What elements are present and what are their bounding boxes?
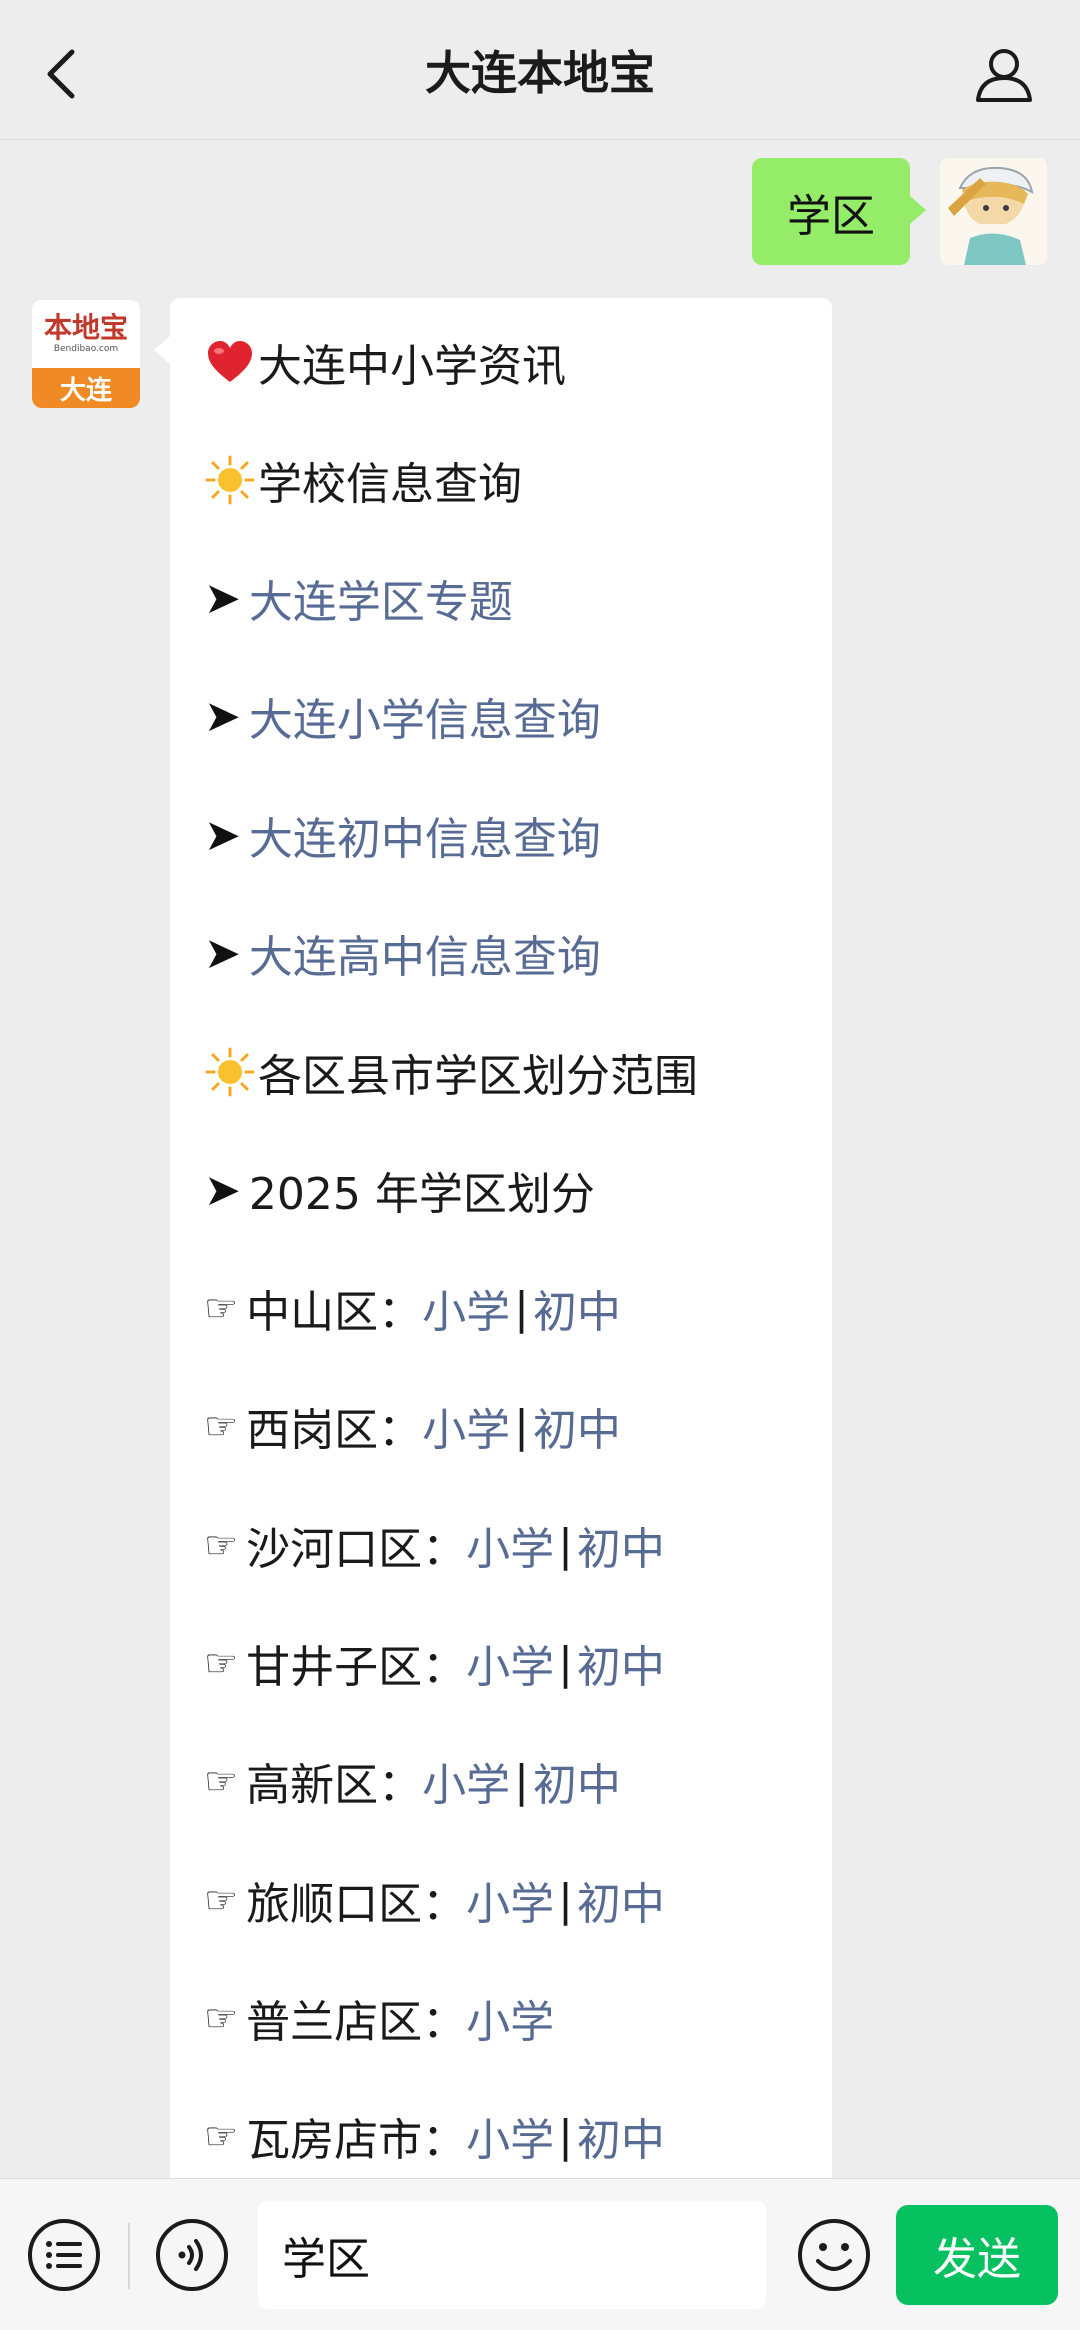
district-label: 西岗区： bbox=[246, 1405, 423, 1456]
link-school-district-topic[interactable]: 大连学区专题 bbox=[249, 566, 513, 630]
pointing-hand-icon: ☞ bbox=[204, 1996, 239, 2040]
district-row: ☞ 普兰店区： 小学 bbox=[204, 1988, 554, 2048]
primary-school-link[interactable]: 小学 bbox=[422, 1749, 510, 1813]
year-district-heading: 2025 年学区划分 bbox=[248, 1169, 595, 1220]
district-row: ☞ 瓦房店市： 小学 | 初中 bbox=[204, 2104, 665, 2168]
junior-high-link[interactable]: 初中 bbox=[533, 1749, 621, 1813]
list-item: ➤ 2025 年学区划分 bbox=[204, 1160, 595, 1221]
arrow-icon: ➤ bbox=[204, 809, 241, 861]
user-avatar-illustration bbox=[940, 158, 1047, 265]
list-item[interactable]: ➤ 大连学区专题 bbox=[204, 566, 513, 630]
separator: | bbox=[514, 1282, 529, 1334]
bot-message-bubble: 大连中小学资讯 学校信息查询 ➤ 大连学区专题 ➤ 大连小学信息查询 ➤ 大连初… bbox=[154, 298, 832, 2198]
pointing-hand-icon: ☞ bbox=[204, 1286, 239, 1330]
sun-icon bbox=[205, 455, 255, 505]
section-heading: 各区县市学区划分范围 bbox=[258, 1051, 698, 1102]
pointing-hand-icon: ☞ bbox=[204, 1523, 239, 1567]
link-senior-high-query[interactable]: 大连高中信息查询 bbox=[249, 921, 601, 985]
junior-high-link[interactable]: 初中 bbox=[577, 1513, 665, 1577]
primary-school-link[interactable]: 小学 bbox=[466, 1868, 554, 1932]
district-label: 高新区： bbox=[246, 1760, 423, 1811]
user-message-text: 学区 bbox=[787, 190, 875, 242]
arrow-icon: ➤ bbox=[204, 1164, 241, 1216]
bendibao-logo: 本地宝 Bendibao.com bbox=[32, 300, 140, 368]
logo-text: 本地宝 bbox=[43, 311, 128, 344]
primary-school-link[interactable]: 小学 bbox=[422, 1394, 510, 1458]
district-label: 甘井子区： bbox=[246, 1642, 467, 1693]
district-label: 旅顺口区： bbox=[246, 1879, 467, 1930]
section-heading: 大连中小学资讯 bbox=[258, 341, 566, 392]
junior-high-link[interactable]: 初中 bbox=[577, 2104, 665, 2168]
district-row: ☞ 甘井子区： 小学 | 初中 bbox=[204, 1631, 665, 1695]
separator: | bbox=[514, 1400, 529, 1452]
list-item[interactable]: ➤ 大连小学信息查询 bbox=[204, 684, 601, 748]
voice-icon[interactable] bbox=[154, 2217, 230, 2293]
title-bar: 大连本地宝 bbox=[0, 0, 1080, 140]
list-item: 学校信息查询 bbox=[204, 450, 522, 510]
separator: | bbox=[514, 1755, 529, 1807]
district-label: 中山区： bbox=[246, 1287, 423, 1338]
separator: | bbox=[558, 1519, 573, 1571]
list-item[interactable]: ➤ 大连初中信息查询 bbox=[204, 803, 601, 867]
separator: | bbox=[558, 1637, 573, 1689]
district-row: ☞ 西岗区： 小学 | 初中 bbox=[204, 1394, 621, 1458]
chat-input-bar: 发送 bbox=[0, 2178, 1080, 2330]
arrow-icon: ➤ bbox=[204, 927, 241, 979]
district-row: ☞ 沙河口区： 小学 | 初中 bbox=[204, 1513, 665, 1577]
list-item: 大连中小学资讯 bbox=[204, 332, 566, 392]
sun-icon bbox=[205, 1047, 255, 1097]
arrow-icon: ➤ bbox=[204, 572, 241, 624]
pointing-hand-icon: ☞ bbox=[204, 1759, 239, 1803]
pointing-hand-icon: ☞ bbox=[204, 1641, 239, 1685]
pointing-hand-icon: ☞ bbox=[204, 1878, 239, 1922]
separator: | bbox=[558, 2110, 573, 2162]
page-title: 大连本地宝 bbox=[425, 46, 655, 100]
logo-subtext: Bendibao.com bbox=[53, 344, 119, 354]
user-message-bubble[interactable]: 学区 bbox=[752, 158, 926, 265]
pointing-hand-icon: ☞ bbox=[204, 1404, 239, 1448]
list-item: 各区县市学区划分范围 bbox=[204, 1042, 698, 1102]
primary-school-link[interactable]: 小学 bbox=[422, 1276, 510, 1340]
district-row: ☞ 中山区： 小学 | 初中 bbox=[204, 1276, 621, 1340]
district-label: 沙河口区： bbox=[246, 1524, 467, 1575]
separator: | bbox=[558, 1874, 573, 1926]
emoji-icon[interactable] bbox=[796, 2217, 872, 2293]
menu-list-icon[interactable] bbox=[26, 2217, 102, 2293]
link-primary-school-query[interactable]: 大连小学信息查询 bbox=[249, 684, 601, 748]
district-label: 瓦房店市： bbox=[246, 2115, 467, 2166]
user-profile-icon[interactable] bbox=[974, 44, 1034, 104]
primary-school-link[interactable]: 小学 bbox=[466, 1631, 554, 1695]
primary-school-link[interactable]: 小学 bbox=[466, 2104, 554, 2168]
link-junior-high-query[interactable]: 大连初中信息查询 bbox=[249, 803, 601, 867]
junior-high-link[interactable]: 初中 bbox=[533, 1394, 621, 1458]
bot-avatar[interactable]: 本地宝 Bendibao.com 大连 bbox=[32, 300, 140, 408]
district-row: ☞ 旅顺口区： 小学 | 初中 bbox=[204, 1868, 665, 1932]
message-input[interactable] bbox=[258, 2201, 766, 2309]
arrow-icon: ➤ bbox=[204, 690, 241, 742]
user-avatar[interactable] bbox=[940, 158, 1047, 265]
list-item[interactable]: ➤ 大连高中信息查询 bbox=[204, 921, 601, 985]
pointing-hand-icon: ☞ bbox=[204, 2114, 239, 2158]
junior-high-link[interactable]: 初中 bbox=[577, 1868, 665, 1932]
junior-high-link[interactable]: 初中 bbox=[533, 1276, 621, 1340]
avatar-city-label: 大连 bbox=[32, 368, 140, 408]
junior-high-link[interactable]: 初中 bbox=[577, 1631, 665, 1695]
district-label: 普兰店区： bbox=[246, 1997, 467, 2048]
red-heart-icon bbox=[208, 341, 252, 382]
divider bbox=[128, 2223, 130, 2289]
primary-school-link[interactable]: 小学 bbox=[466, 1986, 554, 2050]
section-heading: 学校信息查询 bbox=[258, 459, 522, 510]
send-button[interactable]: 发送 bbox=[896, 2205, 1058, 2305]
primary-school-link[interactable]: 小学 bbox=[466, 1513, 554, 1577]
district-row: ☞ 高新区： 小学 | 初中 bbox=[204, 1749, 621, 1813]
